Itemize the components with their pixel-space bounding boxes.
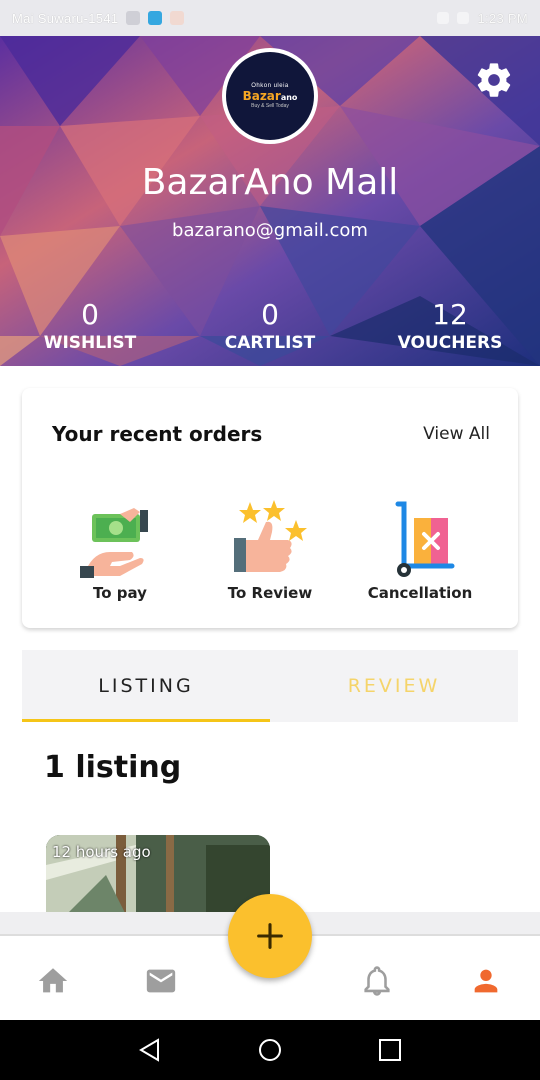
tab-review[interactable]: REVIEW	[270, 650, 518, 722]
order-to-review[interactable]: To Review	[200, 500, 340, 602]
stat-cartlist-value: 0	[261, 298, 279, 331]
stat-cartlist[interactable]: 0 CARTLIST	[190, 298, 350, 353]
shield-notification-icon	[148, 11, 163, 25]
listing-time: 12 hours ago	[52, 843, 151, 861]
order-to-review-label: To Review	[227, 584, 313, 602]
store-avatar[interactable]: Ohkon uleia Bazarano Buy & Sell Today	[222, 48, 318, 144]
notification-icon	[126, 11, 141, 25]
app-notification-icon	[170, 11, 185, 25]
mail-icon[interactable]	[144, 964, 178, 998]
profile-screen: Mai Suwaru-1541 1:23 PM Ohkon uleia Baza…	[0, 0, 540, 1080]
tab-listing[interactable]: LISTING	[22, 650, 270, 722]
order-cancellation-label: Cancellation	[367, 584, 473, 602]
stat-wishlist-value: 0	[81, 298, 99, 331]
recent-orders-title: Your recent orders	[52, 422, 263, 446]
notification-bell-icon[interactable]	[360, 964, 394, 998]
store-email: bazarano@gmail.com	[172, 220, 368, 241]
logo-main-text: Bazarano	[242, 89, 298, 103]
order-cancellation[interactable]: Cancellation	[350, 500, 490, 602]
wifi-icon	[437, 12, 450, 24]
money-hand-icon	[80, 508, 148, 578]
stat-vouchers-value: 12	[432, 298, 468, 331]
recents-square-icon[interactable]	[376, 1036, 404, 1064]
status-carrier-text: Mai Suwaru-1541	[12, 10, 119, 26]
profile-header: Ohkon uleia Bazarano Buy & Sell Today Ba…	[0, 36, 540, 366]
battery-icon	[457, 12, 470, 24]
logo-sub-text: Buy & Sell Today	[251, 103, 289, 109]
profile-icon[interactable]	[469, 964, 503, 998]
listing-count: 1 listing	[44, 750, 182, 785]
stat-wishlist[interactable]: 0 WISHLIST	[10, 298, 170, 353]
trolley-cancel-icon	[395, 501, 455, 577]
status-bar: Mai Suwaru-1541 1:23 PM	[0, 0, 540, 36]
settings-gear-icon[interactable]	[474, 60, 514, 100]
stat-vouchers-label: VOUCHERS	[397, 333, 503, 353]
listing-review-tabs: LISTING REVIEW	[22, 650, 518, 722]
order-to-pay-label: To pay	[93, 584, 147, 602]
back-triangle-icon[interactable]	[136, 1036, 164, 1064]
system-navigation-bar	[0, 1020, 540, 1080]
plus-icon	[257, 923, 283, 949]
home-circle-icon[interactable]	[256, 1036, 284, 1064]
stat-cartlist-label: CARTLIST	[224, 333, 316, 353]
add-listing-button[interactable]	[228, 894, 312, 978]
stat-wishlist-label: WISHLIST	[43, 333, 137, 353]
store-logo: Ohkon uleia Bazarano Buy & Sell Today	[226, 52, 314, 140]
store-name: BazarAno Mall	[141, 162, 399, 203]
recent-orders-card: Your recent orders View All To pay To Re…	[22, 388, 518, 628]
view-all-link[interactable]: View All	[423, 424, 490, 444]
thumbs-up-stars-icon	[234, 500, 307, 572]
order-to-pay[interactable]: To pay	[50, 500, 190, 602]
listing-item-card[interactable]: 12 hours ago	[46, 835, 270, 915]
status-time: 1:23 PM	[477, 10, 528, 26]
home-icon[interactable]	[36, 964, 70, 998]
stat-vouchers[interactable]: 12 VOUCHERS	[370, 298, 530, 353]
